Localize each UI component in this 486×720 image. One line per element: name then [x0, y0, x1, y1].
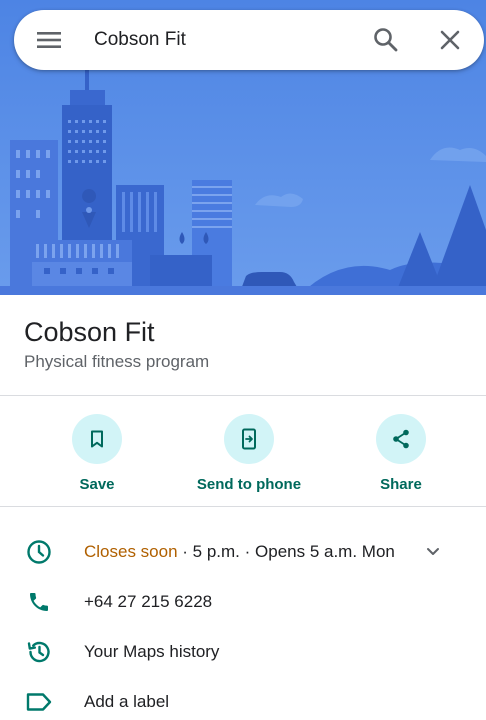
hours-text: Closes soon · 5 p.m. · Opens 5 a.m. Mon — [84, 542, 395, 562]
search-button[interactable] — [370, 24, 402, 56]
share-button-circle[interactable] — [376, 414, 426, 464]
place-title: Cobson Fit — [24, 317, 155, 347]
share-button-label: Share — [380, 476, 422, 493]
add-label-label: Add a label — [84, 692, 170, 711]
place-header: Cobson Fit Physical fitness program — [0, 295, 486, 396]
action-bar: Save Send to phone Share — [0, 396, 486, 507]
save-button[interactable]: Save — [27, 414, 167, 493]
save-button-circle[interactable] — [72, 414, 122, 464]
search-input[interactable]: Cobson Fit — [94, 28, 186, 52]
phone-icon — [30, 593, 48, 611]
send-to-phone-icon — [242, 428, 256, 450]
phone-row[interactable]: +64 27 215 6228 — [0, 580, 486, 624]
history-icon — [27, 641, 50, 663]
clock-icon-wrap — [24, 540, 54, 564]
hours-detail: · 5 p.m. · Opens 5 a.m. Mon — [177, 542, 395, 561]
search-bar[interactable]: Cobson Fit — [14, 10, 484, 70]
hours-row[interactable]: Closes soon · 5 p.m. · Opens 5 a.m. Mon — [0, 530, 486, 574]
clock-icon — [27, 540, 51, 564]
send-to-phone-button-label: Send to phone — [196, 476, 302, 493]
search-icon — [374, 28, 398, 52]
menu-button[interactable] — [32, 25, 66, 55]
place-category[interactable]: Physical fitness program — [24, 352, 209, 372]
maps-history-label: Your Maps history — [84, 642, 220, 661]
save-button-label: Save — [79, 476, 115, 493]
chevron-down-icon — [427, 548, 439, 555]
label-icon-wrap — [24, 690, 54, 714]
send-to-phone-button-circle[interactable] — [224, 414, 274, 464]
phone-number[interactable]: +64 27 215 6228 — [84, 592, 212, 612]
bookmark-icon — [91, 430, 103, 448]
add-label-row[interactable]: Add a label — [0, 680, 486, 720]
share-button[interactable]: Share — [331, 414, 471, 493]
share-icon — [393, 429, 409, 449]
maps-history-row[interactable]: Your Maps history — [0, 630, 486, 674]
clear-search-button[interactable] — [434, 24, 466, 56]
history-icon-wrap — [24, 640, 54, 664]
menu-icon — [37, 32, 61, 48]
hours-status: Closes soon — [84, 542, 178, 561]
hours-expand-button[interactable] — [422, 542, 444, 562]
close-icon — [440, 30, 460, 50]
label-icon — [26, 693, 52, 711]
send-to-phone-button[interactable]: Send to phone — [179, 414, 319, 493]
phone-icon-wrap — [24, 590, 54, 614]
